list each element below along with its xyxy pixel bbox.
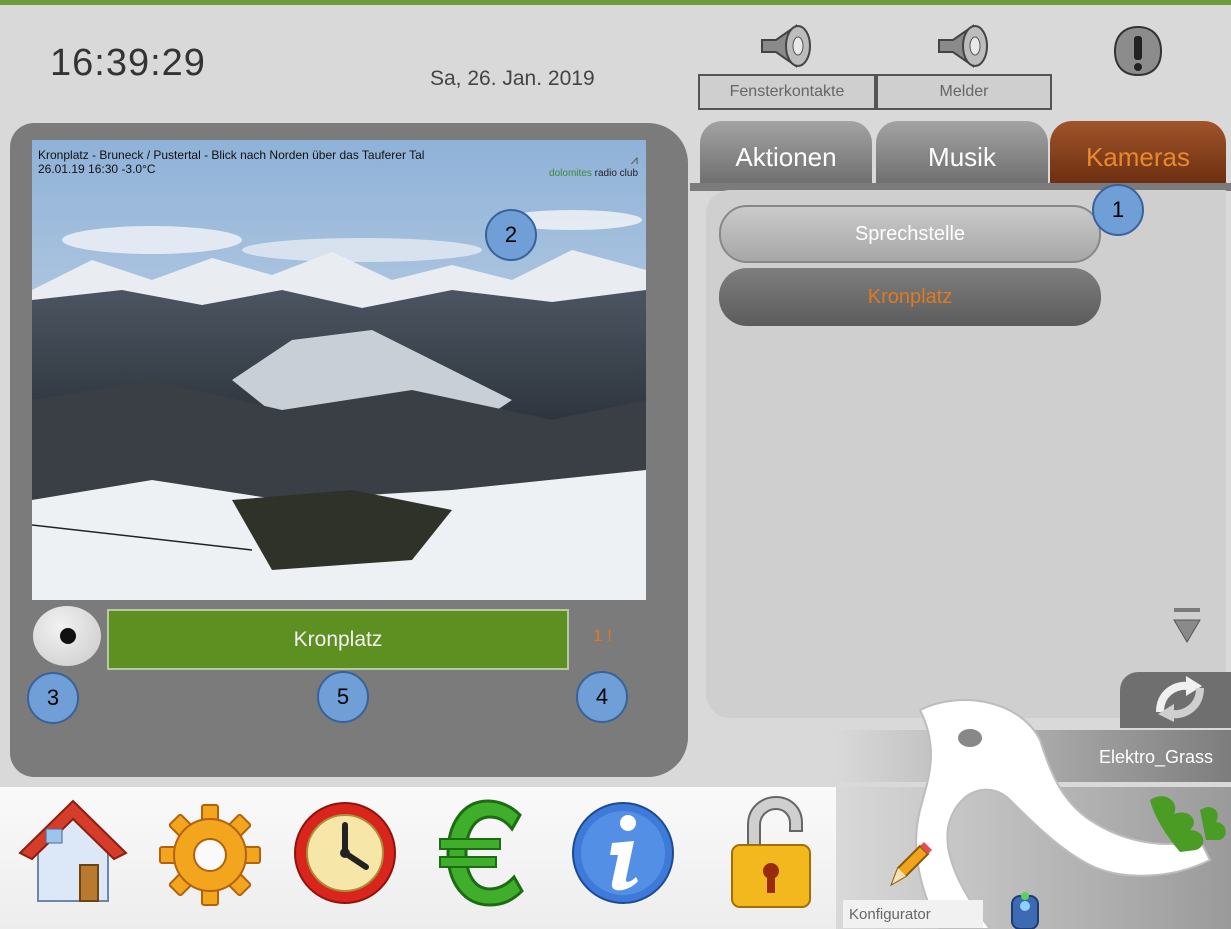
unlock-padlock-icon[interactable] [720,793,830,913]
home-icon[interactable] [18,793,128,913]
tab-kameras[interactable]: Kameras [1050,121,1226,185]
clock-icon[interactable] [290,793,400,913]
mountain-landscape-image [32,140,646,600]
top-accent-line [0,0,1231,5]
annotation-marker-5: 5 [317,671,369,723]
annotation-marker-1: 1 [1092,184,1144,236]
tab-musik[interactable]: Musik [876,121,1048,185]
current-date: Sa, 26. Jan. 2019 [430,67,595,90]
konfigurator-label[interactable]: Konfigurator [843,900,983,928]
info-icon[interactable] [568,793,678,913]
watermark-word2: radio club [594,168,638,179]
speaker-icon[interactable] [935,22,991,70]
clock-time: 16:39:29 [50,42,206,84]
exclamation-warning-icon[interactable] [1112,24,1164,78]
camera-image[interactable]: Kronplatz - Bruneck / Pustertal - Blick … [32,140,646,600]
pencil-edit-icon[interactable] [888,838,932,888]
list-item-sprechstelle[interactable]: Sprechstelle [719,205,1101,263]
fensterkontakte-button[interactable]: Fensterkontakte [698,74,876,110]
gear-icon[interactable] [155,793,265,913]
speaker-icon[interactable] [758,22,814,70]
camera-overlay-line1: Kronplatz - Bruneck / Pustertal - Blick … [38,148,425,162]
camera-watermark: ⩘ dolomites radio club [549,152,638,179]
annotation-marker-4: 4 [576,671,628,723]
melder-button[interactable]: Melder [876,74,1052,110]
gecko-mascot-icon [915,699,1226,929]
euro-icon[interactable] [432,793,542,913]
record-button[interactable] [33,606,101,666]
watermark-word1: dolomites [549,168,592,179]
camera-count-indicator: 1 ! [593,626,612,645]
camera-footer-credit: foto-webcam.eu [564,583,636,594]
tab-aktionen[interactable]: Aktionen [700,121,872,185]
record-dot-icon [60,628,76,644]
remote-control-icon [1011,892,1039,929]
list-item-kronplatz[interactable]: Kronplatz [719,268,1101,326]
annotation-marker-3: 3 [27,672,79,724]
camera-overlay-title: Kronplatz - Bruneck / Pustertal - Blick … [38,148,424,176]
scroll-down-icon[interactable] [1172,606,1202,646]
annotation-marker-2: 2 [485,209,537,261]
mountain-logo-icon: ⩘ [630,152,638,167]
camera-overlay-line2: 26.01.19 16:30 -3.0°C [38,162,156,176]
camera-name-bar[interactable]: Kronplatz [107,609,569,670]
